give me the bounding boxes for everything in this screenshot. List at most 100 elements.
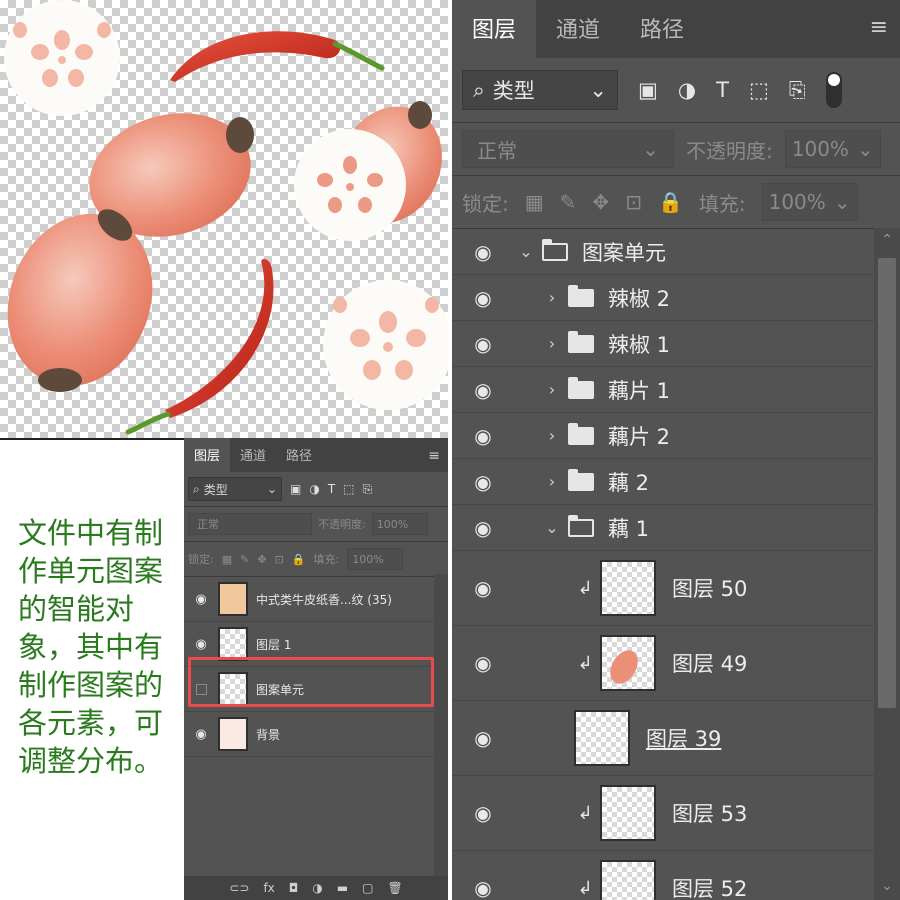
mask-icon[interactable]: ◘ [289, 881, 299, 895]
eye-icon[interactable]: ◉ [184, 592, 218, 607]
eye-icon[interactable]: ◉ [452, 240, 514, 264]
layer-row[interactable]: ◉ ↲ 图层 50 [452, 551, 874, 626]
filter-adjustment-icon[interactable]: ◑ [678, 78, 696, 102]
layer-row[interactable]: ◉ 图层 39 [452, 701, 874, 776]
lock-all-icon[interactable]: 🔒 [292, 553, 306, 566]
blend-row: 正常 ⌄ 不透明度: 100% ⌄ [452, 123, 900, 175]
layer-row[interactable]: ◉ ↲ 图层 53 [452, 776, 874, 851]
search-icon: ⌕ [193, 481, 200, 496]
layer-name: 图层 50 [672, 577, 748, 601]
scrollbar[interactable] [434, 574, 448, 876]
chevron-right-icon[interactable]: › [540, 334, 564, 353]
layer-name: 背景 [256, 727, 281, 742]
tab-layers[interactable]: 图层 [184, 438, 231, 472]
eye-icon[interactable]: ◉ [184, 727, 218, 742]
lock-move-icon[interactable]: ✥ [257, 553, 266, 566]
opacity-input[interactable]: 100% [371, 513, 428, 535]
layer-filter-select[interactable]: ⌕ 类型 ⌄ [188, 477, 282, 501]
lock-all-icon[interactable]: 🔒 [658, 190, 683, 214]
fill-input[interactable]: 100% [347, 548, 404, 570]
panel-menu-icon[interactable]: ≡ [428, 448, 448, 472]
chevron-right-icon[interactable]: › [540, 288, 564, 307]
scrollbar[interactable]: ⌃ ⌄ [874, 228, 900, 900]
lock-artboard-icon[interactable]: ⊡ [625, 190, 642, 214]
layer-row[interactable]: ◉ 中式类牛皮纸香...纹 (35) [184, 577, 448, 622]
eye-icon[interactable]: ◉ [452, 726, 514, 750]
filter-text-icon[interactable]: T [328, 482, 335, 496]
lock-brush-icon[interactable]: ✎ [240, 553, 249, 566]
group-name: 藕片 2 [608, 424, 671, 449]
layer-row[interactable]: ◉ 背景 [184, 712, 448, 757]
group-row[interactable]: ◉ › 藕 2 [452, 459, 874, 505]
eye-icon[interactable]: ◉ [452, 651, 514, 675]
eye-icon[interactable]: ◉ [452, 801, 514, 825]
lotus-cut-piece [294, 101, 442, 241]
eye-icon[interactable]: ◉ [452, 470, 514, 494]
new-layer-icon[interactable]: ▢ [362, 881, 373, 895]
fx-icon[interactable]: fx [263, 881, 274, 895]
eye-icon[interactable]: ◉ [452, 876, 514, 900]
chevron-down-icon[interactable]: ⌄ [540, 518, 564, 537]
tab-paths[interactable]: 路径 [620, 0, 704, 58]
eye-icon[interactable]: ◉ [452, 332, 514, 356]
group-row-root[interactable]: ◉ ⌄ 图案单元 [452, 229, 874, 275]
filter-adjustment-icon[interactable]: ◑ [309, 482, 319, 496]
folder-icon[interactable]: ▬ [337, 881, 348, 895]
group-row[interactable]: ◉ › 辣椒 2 [452, 275, 874, 321]
layer-name: 图案单元 [256, 682, 305, 697]
lock-move-icon[interactable]: ✥ [592, 190, 609, 214]
tab-channels[interactable]: 通道 [230, 438, 276, 472]
group-name: 辣椒 2 [608, 286, 671, 311]
group-row[interactable]: ◉ › 藕片 2 [452, 413, 874, 459]
filter-pixel-icon[interactable]: ▣ [290, 482, 301, 496]
filter-shape-icon[interactable]: ⬚ [343, 482, 354, 496]
scrollbar-thumb[interactable] [878, 258, 896, 708]
layer-filter-select[interactable]: ⌕ 类型 ⌄ [462, 70, 618, 110]
group-name: 辣椒 1 [608, 332, 671, 357]
blend-mode-select[interactable]: 正常 [188, 513, 312, 535]
lock-artboard-icon[interactable]: ⊡ [275, 553, 284, 566]
eye-icon[interactable]: ◉ [452, 516, 514, 540]
filter-text-icon[interactable]: T [716, 78, 729, 102]
group-row[interactable]: ◉ › 辣椒 1 [452, 321, 874, 367]
chevron-right-icon[interactable]: › [540, 380, 564, 399]
blend-mode-select[interactable]: 正常 ⌄ [462, 130, 674, 168]
filter-toggle[interactable] [825, 72, 842, 108]
scroll-up-icon[interactable]: ⌃ [874, 232, 900, 248]
clipping-mask-icon: ↲ [577, 577, 593, 599]
layer-filter-row: ⌕ 类型 ⌄ ▣ ◑ T ⬚ ⎘ [452, 58, 900, 122]
eye-icon[interactable]: ◉ [452, 576, 514, 600]
chevron-right-icon[interactable]: › [540, 426, 564, 445]
adjustment-icon[interactable]: ◑ [312, 881, 322, 895]
visibility-toggle-off[interactable] [184, 683, 218, 695]
tab-layers[interactable]: 图层 [452, 0, 537, 58]
opacity-input[interactable]: 100% ⌄ [784, 130, 881, 168]
lock-brush-icon[interactable]: ✎ [560, 190, 577, 214]
layer-row[interactable]: ◉ ↲ 图层 52 [452, 851, 874, 900]
tab-paths[interactable]: 路径 [276, 438, 322, 472]
chevron-down-icon[interactable]: ⌄ [514, 242, 538, 261]
filter-pixel-icon[interactable]: ▣ [638, 78, 658, 102]
tab-channels[interactable]: 通道 [536, 0, 620, 58]
fill-input[interactable]: 100% ⌄ [761, 183, 858, 221]
group-row[interactable]: ◉ › 藕片 1 [452, 367, 874, 413]
group-row[interactable]: ◉ ⌄ 藕 1 [452, 505, 874, 551]
layer-row[interactable]: ◉ 图层 1 [184, 622, 448, 667]
panel-menu-icon[interactable]: ≡ [870, 15, 900, 58]
eye-icon[interactable]: ◉ [452, 286, 514, 310]
eye-icon[interactable]: ◉ [452, 378, 514, 402]
chevron-right-icon[interactable]: › [540, 472, 564, 491]
eye-icon[interactable]: ◉ [184, 637, 218, 652]
link-icon[interactable]: ⊂⊃ [229, 881, 249, 895]
lock-transparent-icon[interactable]: ▦ [222, 553, 232, 566]
filter-smart-object-icon[interactable]: ⎘ [789, 78, 806, 103]
lock-transparent-icon[interactable]: ▦ [525, 190, 544, 214]
filter-smart-object-icon[interactable]: ⎘ [363, 482, 373, 497]
eye-icon[interactable]: ◉ [452, 424, 514, 448]
layer-row[interactable]: 图案单元 [184, 667, 448, 712]
filter-shape-icon[interactable]: ⬚ [749, 78, 769, 102]
trash-icon[interactable]: 🗑 [387, 881, 402, 895]
opacity-label: 不透明度: [318, 518, 366, 531]
layer-row[interactable]: ◉ ↲ 图层 49 [452, 626, 874, 701]
scroll-down-icon[interactable]: ⌄ [874, 878, 900, 894]
